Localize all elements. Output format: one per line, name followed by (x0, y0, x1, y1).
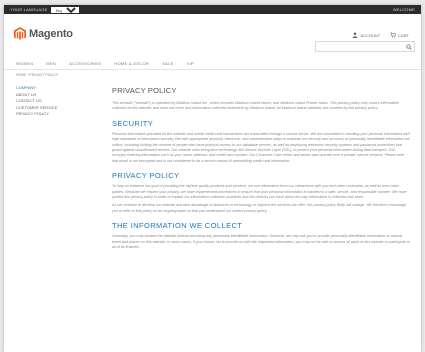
breadcrumb: HOME / PRIVACY POLICY (16, 73, 59, 77)
welcome-message: WELCOME (392, 7, 415, 12)
nav-item-home-decor[interactable]: HOME & DECOR (114, 61, 149, 66)
sidebar-item-privacy-policy[interactable]: PRIVACY POLICY (16, 111, 96, 118)
section-body-information-collected: Generally, you may browse the website wi… (112, 234, 410, 250)
store-switcher-bar: YOUR LANGUAGE English WELCOME (4, 5, 421, 14)
store-logo[interactable]: Magento (14, 27, 73, 40)
page-title: PRIVACY POLICY (112, 86, 177, 95)
main-content: PRIVACY POLICY This website ("website") … (112, 86, 410, 254)
search-icon[interactable] (406, 43, 412, 50)
intro-paragraph: This website ("website") is operated by … (112, 101, 399, 111)
magento-logo-icon (14, 27, 26, 40)
main-navigation: WOMEN MEN ACCESSORIES HOME & DECOR SALE … (4, 58, 421, 70)
section-body-privacy-policy-2: As we continue to develop our website an… (112, 203, 407, 213)
nav-item-sale[interactable]: SALE (162, 61, 173, 66)
browser-viewport: YOUR LANGUAGE English WELCOME Magento AC… (4, 5, 421, 352)
account-icon (352, 32, 358, 38)
cms-sidebar: COMPANY ABOUT US CONTACT US CUSTOMER SER… (16, 85, 96, 118)
logo-wordmark: Magento (29, 27, 73, 40)
cart-label: CART (398, 32, 409, 38)
section-heading-privacy-policy: PRIVACY POLICY (112, 171, 180, 181)
nav-item-accessories[interactable]: ACCESSORIES (69, 61, 101, 66)
language-select[interactable]: English (50, 6, 79, 13)
section-heading-information-collected: THE INFORMATION WE COLLECT (112, 221, 243, 231)
language-label: YOUR LANGUAGE (10, 7, 48, 12)
search-box (315, 41, 415, 52)
section-body-security: Personal information provided on the web… (112, 131, 410, 163)
section-body-privacy-policy: To help us enhance our goal of providing… (112, 184, 407, 200)
account-label: ACCOUNT (360, 32, 381, 38)
section-heading-security: SECURITY (112, 118, 154, 128)
language-switcher: YOUR LANGUAGE English (10, 6, 79, 13)
account-link[interactable]: ACCOUNT (352, 32, 380, 38)
nav-item-men[interactable]: MEN (46, 61, 56, 66)
header-links: ACCOUNT CART (352, 32, 409, 38)
cart-icon (390, 32, 397, 38)
nav-item-women[interactable]: WOMEN (16, 61, 33, 66)
search-input[interactable] (316, 43, 407, 50)
cart-link[interactable]: CART (390, 32, 409, 38)
nav-item-vip[interactable]: VIP (187, 61, 194, 66)
